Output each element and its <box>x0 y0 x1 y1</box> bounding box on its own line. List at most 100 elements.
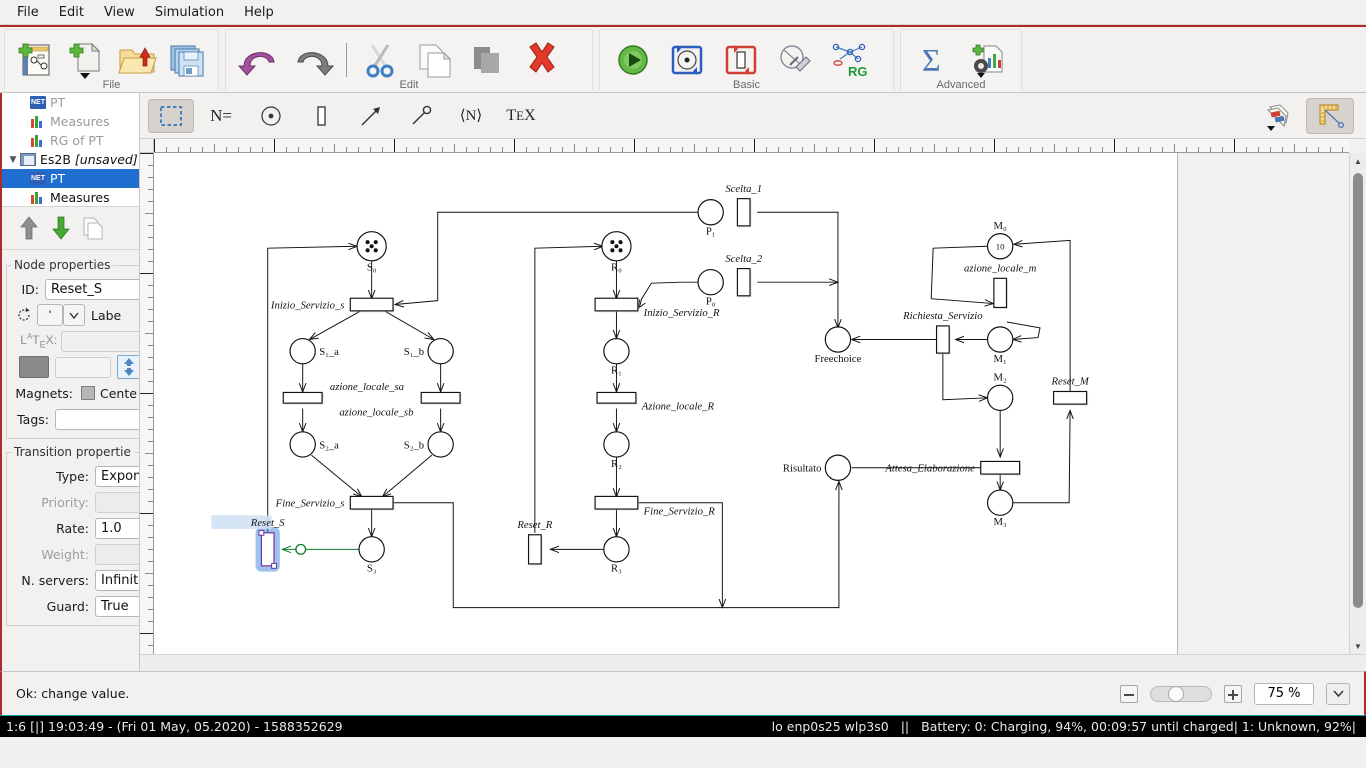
place-tool[interactable] <box>248 99 294 133</box>
place-circle[interactable] <box>427 431 454 458</box>
cardinality-tool[interactable]: ⟨N⟩ <box>448 99 494 133</box>
place-P1[interactable] <box>697 199 724 226</box>
move-down-button[interactable] <box>50 215 72 241</box>
transition-rect[interactable] <box>736 198 751 227</box>
place-circle[interactable] <box>603 337 630 365</box>
horizontal-scrollbar[interactable] <box>140 654 1366 671</box>
place-Freechoice[interactable] <box>824 326 852 353</box>
transition-Reset_S[interactable] <box>255 527 280 572</box>
place-circle[interactable] <box>824 454 852 481</box>
arc-InizioServizioS-S1a[interactable] <box>309 310 361 339</box>
scroll-down-button[interactable]: ▼ <box>1350 638 1366 654</box>
move-up-button[interactable] <box>18 215 40 241</box>
save-button[interactable] <box>162 36 212 84</box>
place-circle[interactable] <box>603 536 630 563</box>
vertical-scroll-track[interactable] <box>1350 169 1366 638</box>
canvas-viewport[interactable]: 10 S₀ S₁_a S₁_b S₂_a S₂_b S₃ P₁ P₀ R₀ R₁ R₂ R₃ Freec… <box>154 153 1349 654</box>
arc-tool[interactable] <box>348 99 394 133</box>
place-S1_a[interactable] <box>289 337 316 365</box>
transition-azione_locale_m[interactable] <box>993 277 1008 309</box>
arc-Freechoice-Scelta1[interactable] <box>757 211 838 328</box>
arc-S2b-FineServizioS[interactable] <box>382 454 433 497</box>
marking-tool[interactable]: N= <box>198 99 244 133</box>
superposition-field[interactable] <box>55 356 111 378</box>
resize-handle[interactable] <box>258 529 265 536</box>
zoom-slider[interactable] <box>1150 685 1212 702</box>
place-S0[interactable] <box>356 231 387 262</box>
transition-rect[interactable] <box>980 460 1021 475</box>
vertical-scroll-thumb[interactable] <box>1353 173 1363 608</box>
arc-ResetR-R0[interactable] <box>534 246 603 533</box>
zoom-in-button[interactable] <box>1224 684 1242 703</box>
select-tool[interactable] <box>148 98 194 133</box>
latex-field[interactable] <box>61 330 139 352</box>
tree-item-rg-of-pt[interactable]: RG of PT <box>2 131 139 150</box>
redo-button[interactable] <box>286 36 340 84</box>
new-net-button[interactable] <box>11 36 61 84</box>
tex-tool[interactable]: TEX <box>498 99 544 133</box>
duplicate-button[interactable] <box>82 215 104 241</box>
place-R1[interactable] <box>603 337 630 365</box>
up-down-arrows-icon[interactable] <box>117 355 139 379</box>
transition-rect[interactable] <box>596 391 637 404</box>
rotate-icon[interactable] <box>11 306 37 324</box>
place-S1_b[interactable] <box>427 337 454 365</box>
transition-tool[interactable] <box>298 99 344 133</box>
transition-rect[interactable] <box>260 532 275 567</box>
tree-twirl-icon[interactable]: ▼ <box>6 155 20 165</box>
menu-simulation[interactable]: Simulation <box>146 2 233 23</box>
place-P0[interactable] <box>697 268 724 296</box>
abc-icon[interactable] <box>19 356 49 378</box>
undo-button[interactable] <box>232 36 286 84</box>
transition-rect[interactable] <box>594 297 639 312</box>
place-M3[interactable] <box>986 489 1014 516</box>
place-circle[interactable] <box>603 431 630 458</box>
place-circle[interactable] <box>697 199 724 226</box>
place-M0[interactable]: 10 <box>986 233 1014 260</box>
measure-tool[interactable] <box>1306 97 1354 134</box>
place-circle[interactable] <box>289 337 316 365</box>
petri-net-canvas[interactable]: 10 S₀ S₁_a S₁_b S₂_a S₂_b S₃ P₁ P₀ R₀ R₁ R₂ R₃ Freec… <box>154 153 1178 654</box>
transition-T_sb[interactable] <box>420 391 462 405</box>
reachability-graph-button[interactable]: RG <box>822 36 876 84</box>
place-S2_b[interactable] <box>427 431 454 458</box>
arc-S2a-FineServizioS[interactable] <box>311 454 362 497</box>
scroll-up-button[interactable]: ▲ <box>1350 153 1366 169</box>
transition-rect[interactable] <box>993 277 1008 309</box>
place-circle[interactable] <box>986 489 1014 516</box>
place-circle[interactable] <box>986 384 1014 412</box>
vertical-scrollbar[interactable]: ▲ ▼ <box>1349 153 1366 654</box>
place-Risultato[interactable] <box>824 454 852 481</box>
place-S2_a[interactable] <box>289 431 316 458</box>
zoom-slider-knob[interactable] <box>1168 685 1184 702</box>
transition-rect[interactable] <box>349 297 394 312</box>
sum-measures-button[interactable]: Σ <box>907 36 961 84</box>
id-field[interactable]: Reset_S <box>45 278 139 300</box>
place-circle[interactable] <box>824 326 852 353</box>
paste-button[interactable] <box>461 36 515 84</box>
transition-rect[interactable] <box>420 391 461 404</box>
tree-item-pt[interactable]: NET PT <box>2 169 139 188</box>
transition-rect[interactable] <box>736 268 751 297</box>
place-M1[interactable] <box>986 326 1014 353</box>
open-button[interactable] <box>112 36 162 84</box>
transition-Inizio_Servizio_s[interactable] <box>349 297 395 313</box>
transition-Azione_locale_R[interactable] <box>596 391 638 405</box>
place-circle[interactable] <box>697 268 724 296</box>
rotation-value[interactable]: ' <box>37 304 63 326</box>
place-M2[interactable] <box>986 384 1014 412</box>
transition-Fine_Servizio_s[interactable] <box>349 495 395 511</box>
arc-M3-ResetM[interactable] <box>1012 410 1070 504</box>
new-measure-button[interactable] <box>961 36 1015 84</box>
place-circle[interactable] <box>358 536 385 563</box>
token-game-button[interactable] <box>660 36 714 84</box>
place-circle[interactable] <box>986 326 1014 353</box>
arc-P0-InizioServizioR[interactable] <box>638 281 699 308</box>
tags-field[interactable] <box>55 408 139 430</box>
play-simulation-button[interactable] <box>606 36 660 84</box>
copy-button[interactable] <box>407 36 461 84</box>
transition-rect[interactable] <box>527 534 542 565</box>
place-R3[interactable] <box>603 536 630 563</box>
transition-Scelta_1[interactable] <box>736 198 752 228</box>
arc-RichiestaServizio-M2[interactable] <box>942 353 988 400</box>
